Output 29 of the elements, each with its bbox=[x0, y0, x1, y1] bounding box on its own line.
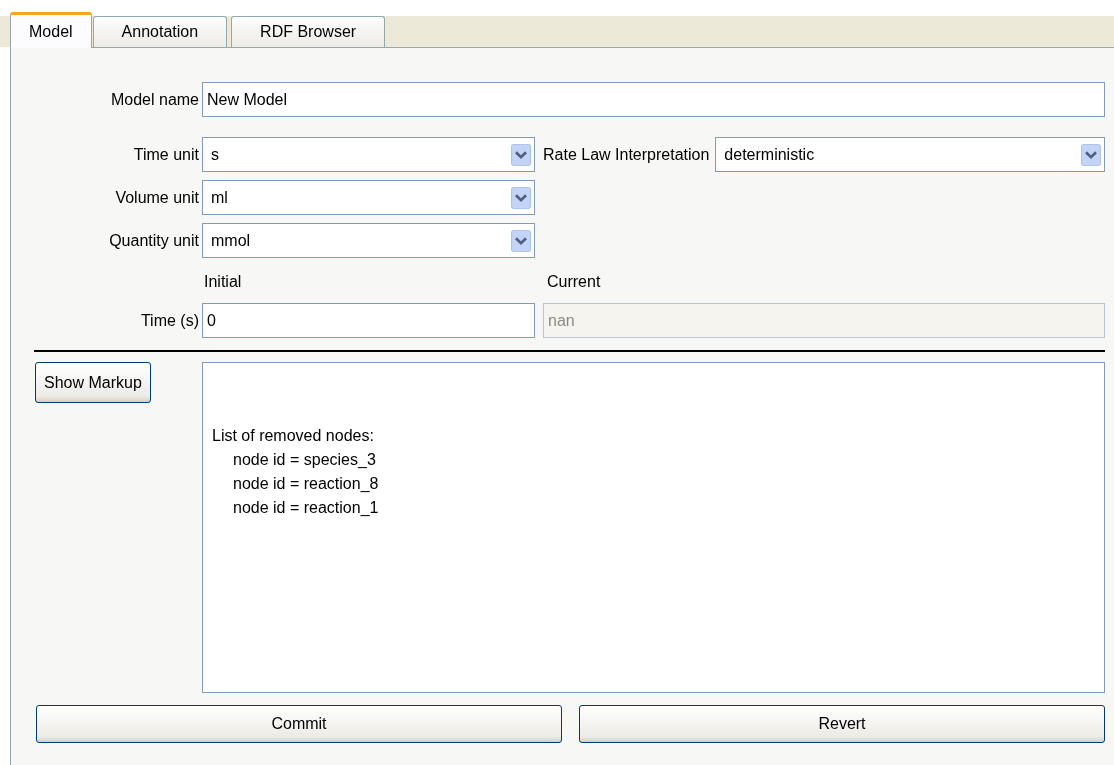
field-label: Time unit bbox=[132, 145, 199, 164]
message-line: node id = species_3 bbox=[232, 450, 377, 470]
tab[interactable]: RDF Browser bbox=[231, 16, 386, 47]
chevron-down-icon bbox=[511, 228, 531, 253]
field-label: Rate Law Interpretation bbox=[543, 145, 710, 164]
model-name-field[interactable]: New Model bbox=[202, 82, 1105, 117]
field-label: Time (s) bbox=[139, 311, 199, 330]
chevron-down-icon bbox=[1081, 142, 1101, 167]
field-label: Volume unit bbox=[114, 188, 199, 207]
chevron-down-icon bbox=[511, 142, 531, 167]
message-line: node id = reaction_8 bbox=[232, 474, 380, 494]
revert-button[interactable]: Revert bbox=[579, 705, 1105, 743]
unit-dropdown[interactable]: mmol bbox=[202, 223, 535, 258]
tab[interactable]: Annotation bbox=[92, 16, 228, 47]
field-label: Model name bbox=[109, 90, 199, 109]
commit-button[interactable]: Commit bbox=[36, 705, 562, 743]
initial-time-field[interactable]: 0 bbox=[202, 303, 535, 338]
tab[interactable]: Model bbox=[10, 12, 92, 48]
column-heading: Current bbox=[546, 273, 601, 291]
rate-law-dropdown[interactable]: deterministic bbox=[715, 137, 1105, 172]
unit-dropdown[interactable]: ml bbox=[202, 180, 535, 215]
unit-dropdown[interactable]: s bbox=[202, 137, 535, 172]
field-label: Quantity unit bbox=[108, 231, 199, 250]
message-line: node id = reaction_1 bbox=[232, 498, 380, 518]
show-markup-button[interactable]: Show Markup bbox=[35, 362, 151, 403]
message-area[interactable]: List of removed nodes: node id = species_3 node id = reaction_8 node id = reaction_1 bbox=[202, 362, 1105, 693]
message-heading: List of removed nodes: bbox=[212, 426, 375, 446]
chevron-down-icon bbox=[511, 185, 531, 210]
column-heading: Initial bbox=[203, 273, 243, 291]
